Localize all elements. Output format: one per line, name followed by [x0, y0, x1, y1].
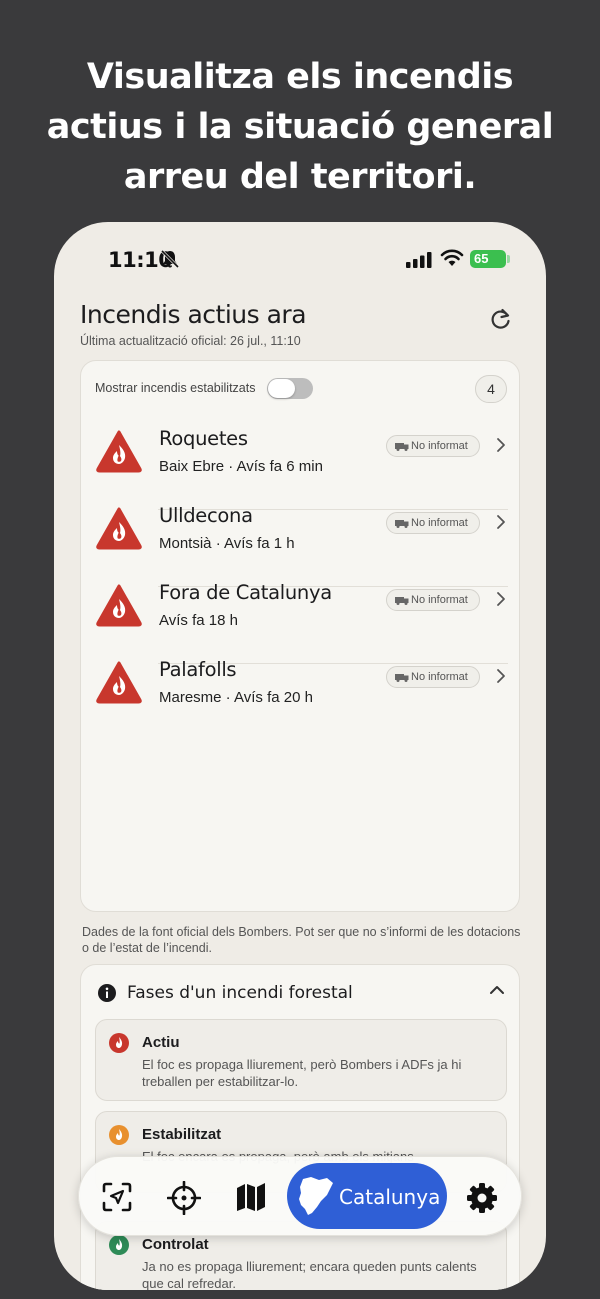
resources-status-text: No informat [411, 440, 468, 452]
map-icon[interactable] [235, 1181, 267, 1213]
status-bar: 11:10 65 [54, 222, 546, 292]
resources-status-text: No informat [411, 517, 468, 529]
incident-row[interactable]: Fora de Catalunya Avís fa 18 h No inform… [81, 581, 521, 658]
settings-gear-icon[interactable] [465, 1181, 499, 1215]
chevron-right-icon [497, 669, 505, 683]
phase-item-actiu: Actiu El foc es propaga lliurement, però… [95, 1019, 507, 1101]
info-icon [98, 984, 116, 1002]
incident-details: Baix Ebre · Avís fa 6 min [159, 458, 323, 475]
headline-line-3: arreu del territori. [123, 157, 477, 197]
phase-description: Ja no es propaga lliurement; encara qued… [142, 1259, 477, 1290]
phase-name: Actiu [142, 1034, 180, 1051]
phone-screen: 11:10 65 Incendis actius ara Última actu… [54, 222, 546, 1290]
tab-catalunya[interactable]: Catalunya [287, 1163, 447, 1229]
headline-line-1: Visualitza els incendis [86, 57, 514, 97]
toggle-stabilized-label: Mostrar incendis estabilitzats [95, 381, 256, 395]
chevron-up-icon[interactable] [489, 983, 505, 997]
incident-name: Fora de Catalunya [159, 581, 332, 604]
resources-status-badge: No informat [386, 512, 480, 534]
fire-phases-card: Fases d'un incendi forestal Actiu El foc… [80, 964, 520, 1290]
incident-row[interactable]: Ulldecona Montsià · Avís fa 1 h No infor… [81, 504, 521, 581]
stabilized-fire-dot-icon [109, 1125, 129, 1145]
fire-truck-icon [395, 597, 409, 605]
incident-details: Maresme · Avís fa 20 h [159, 689, 313, 706]
bell-muted-icon [160, 249, 180, 269]
last-updated: Última actualització oficial: 26 jul., 1… [80, 334, 301, 348]
refresh-icon[interactable] [488, 306, 514, 332]
controlled-fire-dot-icon [109, 1235, 129, 1255]
signal-icon [406, 252, 432, 268]
battery-tip [507, 255, 510, 263]
fire-truck-icon [395, 443, 409, 451]
tab-catalunya-label: Catalunya [339, 1185, 441, 1209]
resources-status-text: No informat [411, 671, 468, 683]
chevron-right-icon [497, 438, 505, 452]
page-title: Incendis actius ara [80, 300, 307, 329]
incident-name: Palafolls [159, 658, 237, 681]
active-fires-card: Mostrar incendis estabilitzats 4 Roquete… [80, 360, 520, 912]
incident-name: Ulldecona [159, 504, 253, 527]
fire-count-badge: 4 [475, 375, 507, 403]
phase-name: Estabilitzat [142, 1126, 222, 1143]
fire-warning-icon [96, 584, 142, 627]
promo-headline: Visualitza els incendis actius i la situ… [0, 52, 600, 202]
chevron-right-icon [497, 592, 505, 606]
battery-level: 65 [474, 251, 489, 266]
fire-truck-icon [395, 520, 409, 528]
battery-indicator: 65 [470, 250, 506, 268]
phases-title: Fases d'un incendi forestal [127, 983, 353, 1003]
catalonia-map-icon [299, 1177, 333, 1215]
toggle-knob [268, 379, 295, 398]
resources-status-badge: No informat [386, 589, 480, 611]
resources-status-badge: No informat [386, 666, 480, 688]
crosshair-icon[interactable] [167, 1181, 201, 1215]
incident-row[interactable]: Palafolls Maresme · Avís fa 20 h No info… [81, 658, 521, 735]
incident-row[interactable]: Roquetes Baix Ebre · Avís fa 6 min No in… [81, 427, 521, 504]
fire-warning-icon [96, 507, 142, 550]
fire-warning-icon [96, 661, 142, 704]
resources-status-badge: No informat [386, 435, 480, 457]
data-source-note: Dades de la font oficial dels Bombers. P… [82, 925, 521, 955]
active-fire-dot-icon [109, 1033, 129, 1053]
scan-location-icon[interactable] [101, 1181, 133, 1213]
wifi-icon [440, 249, 464, 266]
headline-line-2: actius i la situació general [46, 107, 554, 147]
resources-status-text: No informat [411, 594, 468, 606]
phase-name: Controlat [142, 1236, 209, 1253]
incident-details: Avís fa 18 h [159, 612, 238, 629]
toggle-stabilized[interactable] [267, 378, 313, 399]
incident-details: Montsià · Avís fa 1 h [159, 535, 295, 552]
chevron-right-icon [497, 515, 505, 529]
bottom-tab-bar: Catalunya [78, 1156, 522, 1236]
incident-name: Roquetes [159, 427, 248, 450]
fire-truck-icon [395, 674, 409, 682]
fire-warning-icon [96, 430, 142, 473]
phase-description: El foc es propaga lliurement, però Bombe… [142, 1057, 462, 1089]
